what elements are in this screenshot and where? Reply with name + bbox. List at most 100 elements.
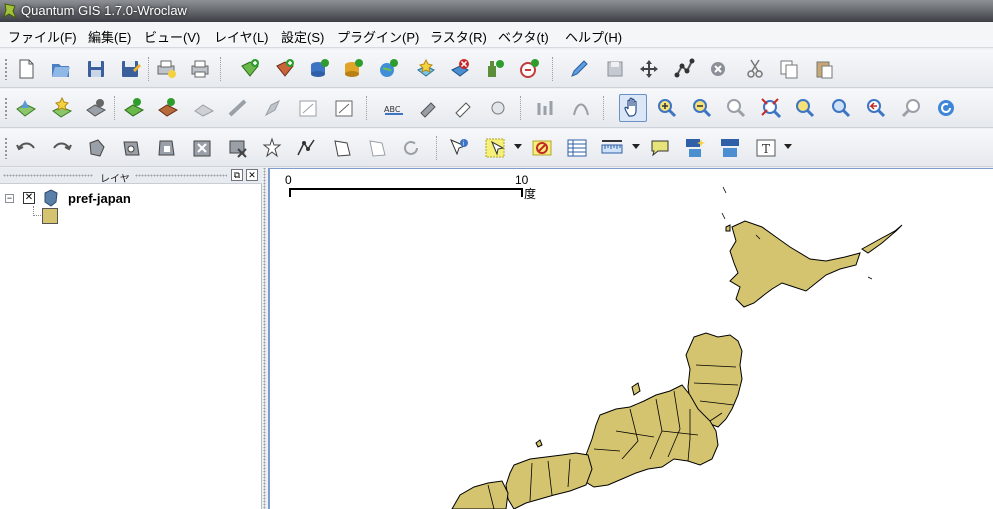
identify-icon[interactable]: i — [447, 136, 471, 160]
open-project-icon[interactable] — [49, 57, 73, 81]
svg-text:T: T — [762, 142, 770, 156]
layer-symbol-swatch — [42, 208, 58, 224]
add-postgis-layer-icon[interactable] — [307, 57, 331, 81]
copy-features-icon[interactable] — [777, 57, 801, 81]
paste-features-icon[interactable] — [812, 57, 836, 81]
remove-layer-icon[interactable] — [448, 57, 472, 81]
rotate-label-icon[interactable] — [451, 96, 475, 120]
map-canvas[interactable]: 0 10 度 — [268, 168, 993, 509]
menu-raster[interactable]: ラスタ(R) — [430, 27, 487, 46]
add-wfs-layer-icon[interactable] — [483, 57, 507, 81]
measure-dropdown-icon[interactable] — [632, 144, 640, 149]
print-composer-icon[interactable] — [154, 57, 178, 81]
menu-vector[interactable]: ベクタ(t) — [498, 27, 549, 46]
offset-curve-icon[interactable] — [330, 136, 354, 160]
panel-grip[interactable] — [3, 174, 93, 177]
save-project-icon[interactable] — [84, 57, 108, 81]
delete-ring-icon[interactable] — [225, 136, 249, 160]
print-icon[interactable] — [188, 57, 212, 81]
zoom-to-selection-icon[interactable] — [759, 96, 783, 120]
delete-selected-icon[interactable] — [706, 57, 730, 81]
star-layer-icon[interactable] — [50, 96, 74, 120]
add-part-icon[interactable] — [154, 136, 178, 160]
zoom-in-icon[interactable] — [655, 96, 679, 120]
menu-help[interactable]: ヘルプ(H) — [565, 27, 622, 46]
save-as-icon[interactable] — [118, 57, 142, 81]
fill-ring-icon[interactable] — [190, 136, 214, 160]
zoom-to-layer-icon[interactable] — [793, 96, 817, 120]
menu-view[interactable]: ビュー(V) — [144, 27, 200, 46]
new-project-icon[interactable] — [14, 57, 38, 81]
annotation-dropdown-icon[interactable] — [784, 144, 792, 149]
simplify-icon[interactable] — [84, 136, 108, 160]
toolbar-handle[interactable] — [4, 97, 8, 119]
overview-icon[interactable] — [332, 96, 356, 120]
deselect-icon[interactable] — [530, 136, 554, 160]
grayed-layer-icon[interactable] — [192, 96, 216, 120]
toolbar-separator — [603, 96, 604, 120]
layers-panel: レイヤ ⧉ ✕ − ✕ pref-japan — [0, 168, 262, 509]
layer-style-icon[interactable] — [122, 96, 146, 120]
select-dropdown-icon[interactable] — [514, 144, 522, 149]
show-bookmarks-icon[interactable] — [718, 136, 742, 160]
toggle-editing-icon[interactable] — [567, 57, 591, 81]
pan-hand-icon[interactable] — [619, 94, 647, 122]
add-raster-layer-icon[interactable] — [273, 57, 297, 81]
new-layer-icon[interactable] — [414, 57, 438, 81]
toolbar-handle[interactable] — [4, 58, 8, 80]
delete-part-icon[interactable] — [260, 136, 284, 160]
menu-file[interactable]: ファイル(F) — [8, 27, 77, 46]
measure-area-icon[interactable] — [261, 96, 285, 120]
node-tool-icon[interactable] — [672, 57, 696, 81]
toolbar-handle[interactable] — [4, 137, 8, 159]
add-vector-layer-icon[interactable] — [238, 57, 262, 81]
label-abc-icon[interactable]: ABC — [382, 96, 406, 120]
zoom-full-icon[interactable] — [724, 96, 748, 120]
redo-icon[interactable] — [50, 136, 74, 160]
text-annotation-icon[interactable]: T — [754, 136, 778, 160]
measure-icon[interactable] — [600, 136, 624, 160]
menu-settings[interactable]: 設定(S) — [281, 27, 324, 46]
hide-layers-icon[interactable] — [84, 96, 108, 120]
pin-labels-icon[interactable] — [569, 96, 593, 120]
menu-plugins[interactable]: プラグイン(P) — [337, 27, 419, 46]
layers-panel-title: レイヤ — [100, 174, 130, 185]
split-features-icon[interactable] — [365, 136, 389, 160]
add-wcs-layer-icon[interactable] — [517, 57, 541, 81]
menu-layer[interactable]: レイヤ(L) — [214, 27, 269, 46]
layer-properties-icon[interactable] — [156, 96, 180, 120]
reshape-icon[interactable] — [294, 136, 318, 160]
add-spatialite-layer-icon[interactable] — [341, 57, 365, 81]
map-render — [289, 186, 903, 509]
refresh-icon[interactable] — [934, 96, 958, 120]
zoom-out-icon[interactable] — [690, 96, 714, 120]
move-feature-icon[interactable] — [637, 57, 661, 81]
attribute-table-icon[interactable] — [565, 136, 589, 160]
map-tips-icon[interactable] — [648, 136, 672, 160]
save-edits-icon[interactable] — [603, 57, 627, 81]
show-all-layers-icon[interactable] — [14, 96, 38, 120]
zoom-last-icon[interactable] — [864, 96, 888, 120]
undo-icon[interactable] — [14, 136, 38, 160]
add-wms-layer-icon[interactable] — [376, 57, 400, 81]
merge-features-icon[interactable] — [399, 136, 423, 160]
panel-grip[interactable] — [135, 174, 227, 177]
panel-float-icon[interactable]: ⧉ — [231, 169, 243, 181]
panel-close-icon[interactable]: ✕ — [246, 169, 258, 181]
diagram-icon[interactable] — [534, 96, 558, 120]
select-icon[interactable] — [483, 136, 507, 160]
honshu-west-polygon — [505, 452, 593, 509]
change-label-icon[interactable] — [486, 96, 510, 120]
add-ring-icon[interactable] — [119, 136, 143, 160]
menu-edit[interactable]: 編集(E) — [88, 27, 131, 46]
layer-visibility-checkbox[interactable]: ✕ — [23, 192, 35, 204]
cut-features-icon[interactable] — [743, 57, 767, 81]
tree-collapse-icon[interactable]: − — [5, 194, 14, 203]
new-bookmark-icon[interactable] — [683, 136, 707, 160]
zoom-actual-icon[interactable] — [829, 96, 853, 120]
measure-line-icon[interactable] — [226, 96, 250, 120]
measure-angle-icon[interactable] — [296, 96, 320, 120]
move-label-icon[interactable] — [416, 96, 440, 120]
layer-name[interactable]: pref-japan — [68, 191, 131, 206]
zoom-next-icon[interactable] — [899, 96, 923, 120]
